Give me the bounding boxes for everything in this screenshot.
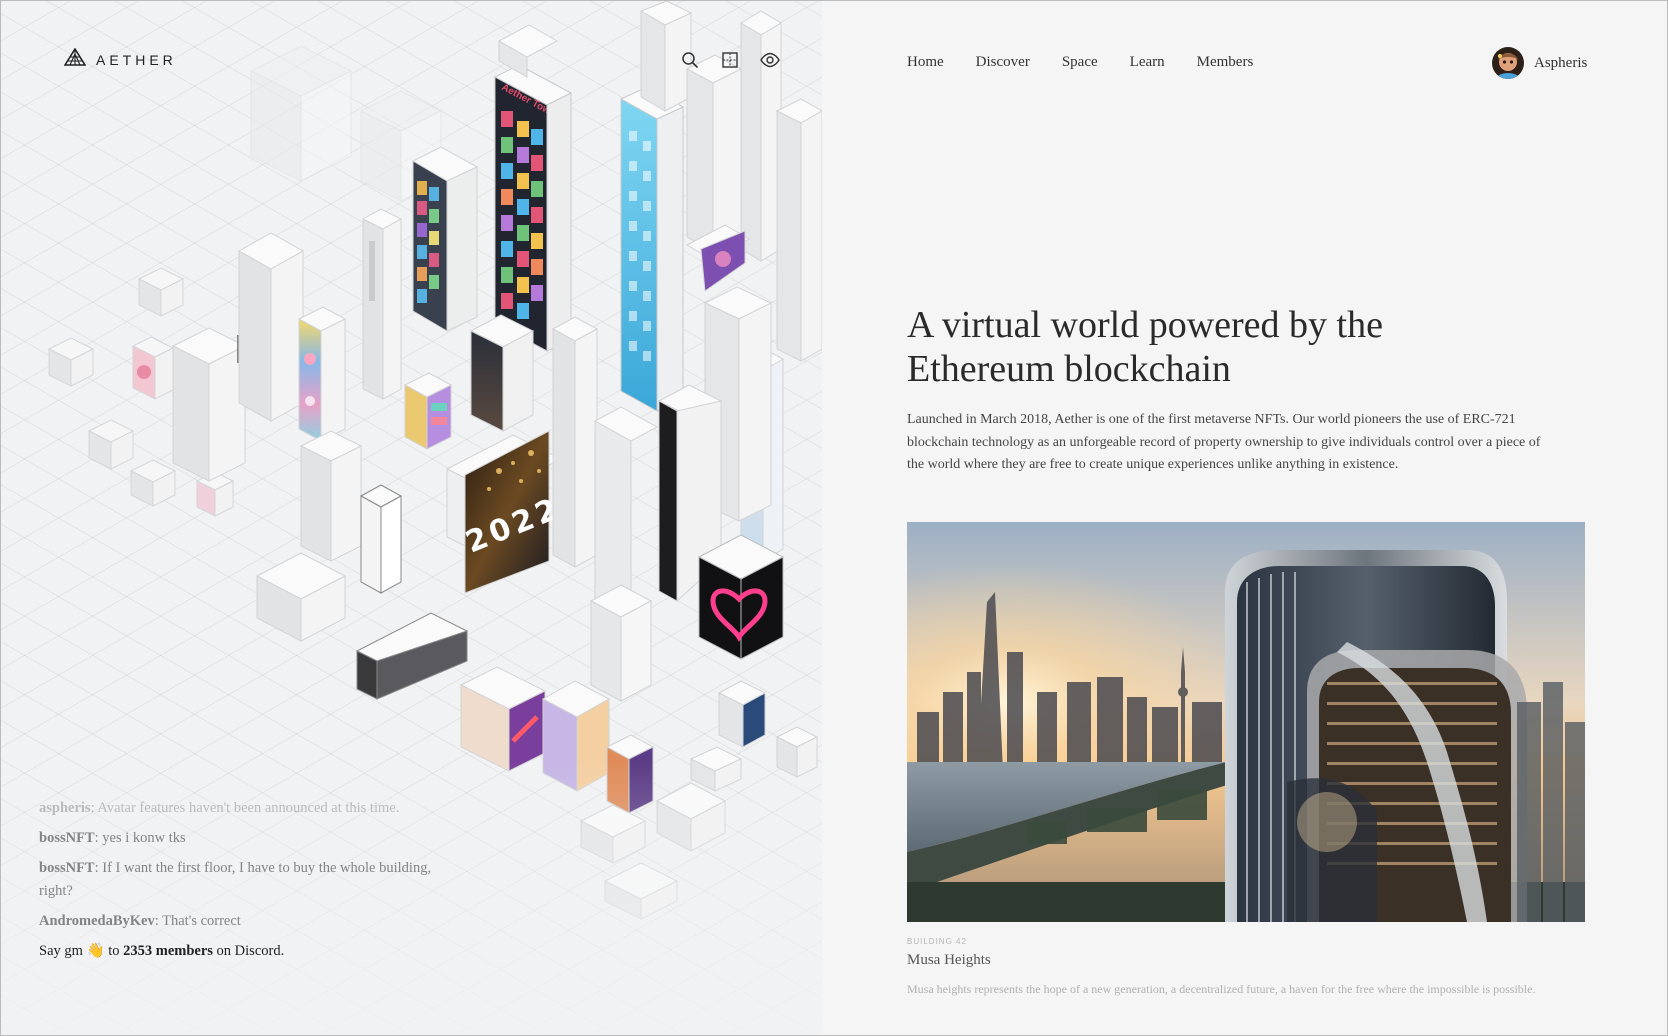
discord-chat-feed: aspheris: Avatar features haven't been a… (39, 797, 459, 963)
user-name[interactable]: Aspheris (1534, 55, 1587, 72)
city-map-panel[interactable]: Aether Tower 2022 AETHER aspheris: Avata… (1, 1, 822, 1035)
building-description: Musa heights represents the hope of a ne… (907, 982, 1536, 996)
building-name[interactable]: Musa Heights (907, 952, 991, 969)
nav-item-members[interactable]: Members (1197, 54, 1254, 71)
building-label: BUILDING 42 (907, 937, 967, 946)
chat-message: AndromedaByKev: That's correct (39, 910, 459, 933)
content-panel: Home Discover Space Learn Members Aspher… (822, 1, 1667, 1035)
chat-text: : Avatar features haven't been announced… (90, 800, 400, 816)
hero-title: A virtual world powered by the Ethereum … (907, 304, 1383, 390)
screens-tower: Aether Tower (411, 64, 685, 412)
nav-item-learn[interactable]: Learn (1130, 54, 1165, 71)
white-towers-left (171, 208, 403, 642)
chat-message: bossNFT: yes i konw tks (39, 827, 459, 850)
chat-message: aspheris: Avatar features haven't been a… (39, 797, 459, 820)
discord-cta[interactable]: Say gm 👋 to 2353 members on Discord. (39, 940, 459, 963)
chat-message: bossNFT: If I want the first floor, I ha… (39, 857, 459, 903)
nav-item-discover[interactable]: Discover (976, 54, 1030, 71)
user-menu[interactable]: Aspheris (1492, 47, 1587, 79)
avatar[interactable] (1492, 47, 1524, 79)
nav-item-home[interactable]: Home (907, 54, 944, 71)
chat-username: aspheris (39, 800, 91, 816)
search-icon[interactable] (679, 49, 701, 71)
hero-description: Launched in March 2018, Aether is one of… (907, 412, 1541, 472)
nav-item-space[interactable]: Space (1062, 54, 1098, 71)
chat-text: : If I want the first floor, I have to b… (39, 860, 432, 899)
cta-suffix: on Discord. (216, 943, 285, 959)
map-toolbar (679, 49, 781, 71)
eye-icon[interactable] (759, 49, 781, 71)
grid-icon[interactable] (719, 49, 741, 71)
wave-icon: 👋 (86, 943, 105, 959)
aether-logo[interactable]: AETHER (63, 47, 177, 71)
aether-logo-icon (63, 47, 87, 71)
chat-username: bossNFT (39, 860, 95, 876)
chat-username: bossNFT (39, 830, 95, 846)
cta-prefix: Say gm (39, 943, 83, 959)
cta-to: to (108, 943, 120, 959)
chat-text: : yes i konw tks (94, 830, 186, 846)
main-nav: Home Discover Space Learn Members (907, 54, 1253, 71)
chat-text: : That's correct (154, 913, 241, 929)
brand-name: AETHER (96, 51, 177, 68)
chat-username: AndromedaByKev (39, 913, 155, 929)
building-photo[interactable] (907, 522, 1585, 922)
member-count[interactable]: 2353 members (123, 943, 213, 959)
